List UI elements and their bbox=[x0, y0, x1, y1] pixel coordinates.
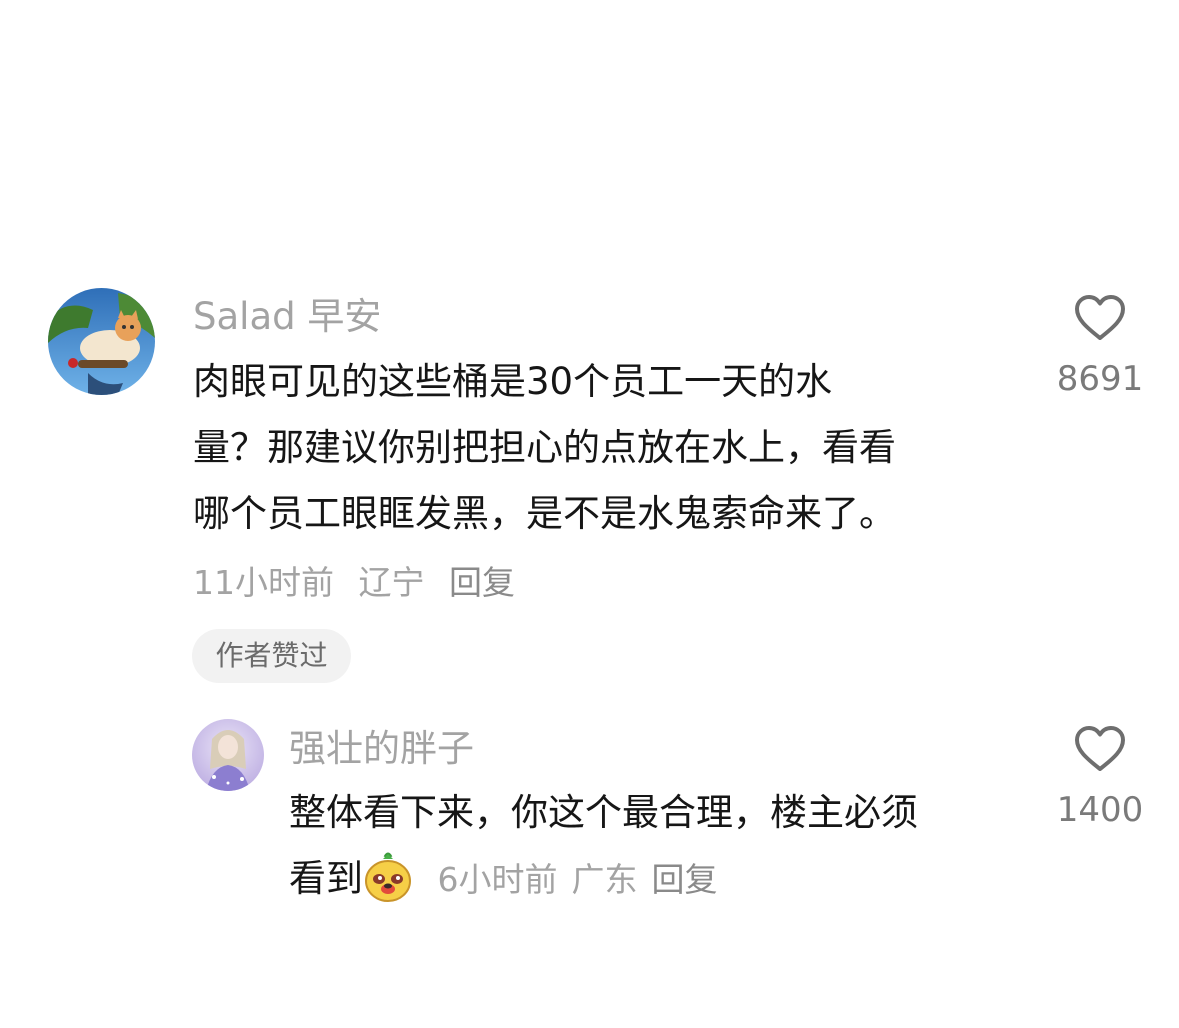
author-liked-badge: 作者赞过 bbox=[192, 629, 351, 683]
comment-line: 哪个员工眼眶发黑，是不是水鬼索命来了。 bbox=[193, 492, 896, 535]
reply-avatar[interactable] bbox=[192, 719, 264, 791]
comment-line: 肉眼可见的这些桶是30个员工一天的水 bbox=[193, 360, 833, 403]
reply-like[interactable]: 1400 bbox=[1045, 725, 1155, 827]
comment-thread: Salad 早安 肉眼可见的这些桶是30个员工一天的水 量？那建议你别把担心的点… bbox=[0, 0, 1179, 1028]
reply-location: 广东 bbox=[571, 860, 638, 899]
reply-meta: 6小时前 广东 回复 bbox=[427, 860, 718, 899]
comment-text: 肉眼可见的这些桶是30个员工一天的水 量？那建议你别把担心的点放在水上，看看 哪… bbox=[193, 349, 896, 547]
reply-time: 6小时前 bbox=[437, 860, 558, 899]
reply-line: 看到 bbox=[289, 857, 363, 900]
girl-avatar-image bbox=[192, 719, 264, 791]
comment-meta: 11小时前 辽宁 回复 bbox=[193, 566, 529, 599]
reply-line: 整体看下来，你这个最合理，楼主必须 bbox=[289, 791, 918, 834]
reply-text: 整体看下来，你这个最合理，楼主必须 看到 6小时前 广东 回复 bbox=[289, 780, 918, 912]
comment-location: 辽宁 bbox=[358, 563, 425, 602]
reply-reply-button[interactable]: 回复 bbox=[652, 860, 718, 899]
like-count: 1400 bbox=[1056, 790, 1144, 830]
comment-time: 11小时前 bbox=[193, 563, 334, 602]
reply-button[interactable]: 回复 bbox=[449, 563, 515, 602]
like-count: 8691 bbox=[1056, 359, 1144, 399]
heart-icon[interactable] bbox=[1074, 294, 1126, 342]
heart-icon[interactable] bbox=[1074, 725, 1126, 773]
commenter-username[interactable]: Salad 早安 bbox=[193, 298, 381, 335]
cat-avatar-image bbox=[48, 288, 155, 395]
commenter-avatar[interactable] bbox=[48, 288, 155, 395]
comment-line: 量？那建议你别把担心的点放在水上，看看 bbox=[193, 426, 896, 469]
comment-like[interactable]: 8691 bbox=[1045, 294, 1155, 396]
doge-face-emoji-icon bbox=[365, 852, 411, 902]
reply-username[interactable]: 强壮的胖子 bbox=[289, 730, 474, 767]
reply-line-with-meta: 看到 6小时前 广东 回复 bbox=[289, 846, 918, 912]
